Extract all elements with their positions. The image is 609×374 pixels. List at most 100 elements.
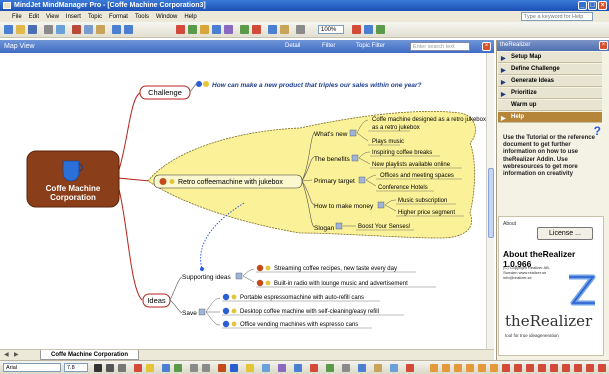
- realizer-tool-2-icon[interactable]: [442, 364, 450, 372]
- filter-dropdown[interactable]: Filter: [322, 40, 335, 53]
- priority-marker-icon[interactable]: [218, 364, 226, 372]
- fill-color-icon[interactable]: [146, 364, 154, 372]
- arrow-icon[interactable]: [294, 364, 302, 372]
- vertical-scrollbar[interactable]: [486, 53, 494, 349]
- menu-tools[interactable]: Tools: [135, 14, 149, 20]
- smiley-icon[interactable]: [278, 364, 286, 372]
- item-built-in-radio[interactable]: Built-in radio with lounge music and adv…: [274, 281, 408, 287]
- number-icon[interactable]: [342, 364, 350, 372]
- close-map-icon[interactable]: [352, 25, 361, 34]
- tab-scroll-left-icon[interactable]: ◀: [4, 351, 9, 358]
- font-size-select[interactable]: 7.8: [64, 363, 88, 372]
- item-inspiring-breaks[interactable]: Inspiring coffee breaks: [372, 150, 432, 156]
- nav-generate-ideas[interactable]: ▶ Generate Ideas: [498, 76, 602, 87]
- map-search-input[interactable]: Enter search text: [410, 42, 470, 51]
- group-make-money[interactable]: How to make money: [314, 203, 374, 210]
- topic-filter-dropdown[interactable]: Topic Filter: [356, 40, 385, 53]
- bold-icon[interactable]: [94, 364, 102, 372]
- copy-icon[interactable]: [84, 25, 93, 34]
- close-button[interactable]: ×: [598, 1, 607, 10]
- item-music-subscription[interactable]: Music subscription: [398, 198, 447, 204]
- menu-file[interactable]: File: [12, 14, 22, 20]
- item-offices[interactable]: Offices and meeting spaces: [380, 173, 454, 179]
- new-icon[interactable]: [4, 25, 13, 34]
- italic-icon[interactable]: [106, 364, 114, 372]
- realizer-tool-5-icon[interactable]: [478, 364, 486, 372]
- realizer-tool-3-icon[interactable]: [454, 364, 462, 372]
- realizer-tool-12-icon[interactable]: [562, 364, 570, 372]
- progress-marker-icon[interactable]: [230, 364, 238, 372]
- menu-topic[interactable]: Topic: [88, 14, 102, 20]
- menu-window[interactable]: Window: [156, 14, 177, 20]
- balance-icon[interactable]: [376, 25, 385, 34]
- close-map-view-button[interactable]: ×: [482, 42, 491, 51]
- detail-dropdown[interactable]: Detail: [285, 40, 300, 53]
- realizer-tool-13-icon[interactable]: [574, 364, 582, 372]
- group-whats-new[interactable]: What's new: [314, 131, 348, 138]
- insert-topic-icon[interactable]: [176, 25, 185, 34]
- underline-icon[interactable]: [118, 364, 126, 372]
- item-plays-music[interactable]: Plays music: [372, 139, 404, 145]
- scrollbar-thumb[interactable]: [488, 168, 494, 238]
- print-icon[interactable]: [44, 25, 53, 34]
- delete-marker-icon[interactable]: [406, 364, 414, 372]
- realizer-tool-10-icon[interactable]: [538, 364, 546, 372]
- paste-icon[interactable]: [96, 25, 105, 34]
- nav-prioritize[interactable]: ▶ Prioritize: [498, 88, 602, 99]
- map-tab[interactable]: Coffe Machine Corporation: [40, 350, 140, 360]
- align-left-icon[interactable]: [190, 364, 198, 372]
- maximize-button[interactable]: □: [588, 1, 597, 10]
- realizer-tool-1-icon[interactable]: [430, 364, 438, 372]
- preview-icon[interactable]: [56, 25, 65, 34]
- check-icon[interactable]: [326, 364, 334, 372]
- item-portable-espresso[interactable]: Portable espressomachine with auto-refil…: [240, 295, 364, 301]
- nav-define-challenge[interactable]: ▶ Define Challenge: [498, 64, 602, 75]
- image-icon[interactable]: [268, 25, 277, 34]
- item-desktop-machine[interactable]: Desktop coffee machine with self-cleanin…: [240, 309, 379, 315]
- date-icon[interactable]: [374, 364, 382, 372]
- resource-icon[interactable]: [358, 364, 366, 372]
- open-icon[interactable]: [16, 25, 25, 34]
- realizer-tool-9-icon[interactable]: [526, 364, 534, 372]
- save-label[interactable]: Save: [182, 310, 197, 317]
- subtopic-icon[interactable]: [188, 25, 197, 34]
- line-color-icon[interactable]: [174, 364, 182, 372]
- menu-help[interactable]: Help: [184, 14, 196, 20]
- nav-warm-up[interactable]: Warm up: [498, 100, 602, 111]
- item-streaming-recipes[interactable]: Streaming coffee recipes, new taste ever…: [274, 266, 397, 272]
- align-center-icon[interactable]: [202, 364, 210, 372]
- relationship-icon[interactable]: [212, 25, 221, 34]
- item-new-playlists[interactable]: New playlists available online: [372, 162, 451, 168]
- hyperlink-icon[interactable]: [280, 25, 289, 34]
- group-slogan[interactable]: Slogan: [314, 225, 335, 232]
- minimize-button[interactable]: _: [578, 1, 587, 10]
- supporting-ideas-label[interactable]: Supporting ideas: [182, 274, 232, 281]
- expand-icon[interactable]: [240, 25, 249, 34]
- item-retro-jukebox-1[interactable]: Coffe machine designed as a retro jukebo…: [372, 117, 486, 123]
- realizer-tool-8-icon[interactable]: [514, 364, 522, 372]
- realizer-tool-7-icon[interactable]: [502, 364, 510, 372]
- realizer-tool-15-icon[interactable]: [598, 364, 606, 372]
- cut-icon[interactable]: [72, 25, 81, 34]
- menu-format[interactable]: Format: [109, 14, 128, 20]
- layout-icon[interactable]: [364, 25, 373, 34]
- collapse-icon[interactable]: [252, 25, 261, 34]
- boundary-icon[interactable]: [224, 25, 233, 34]
- help-search-input[interactable]: Type a keyword for Help: [521, 12, 593, 21]
- sign-icon[interactable]: [310, 364, 318, 372]
- callout-icon[interactable]: [200, 25, 209, 34]
- save-icon[interactable]: [28, 25, 37, 34]
- license-button[interactable]: License ...: [537, 227, 593, 240]
- realizer-tool-11-icon[interactable]: [550, 364, 558, 372]
- undo-icon[interactable]: [112, 25, 121, 34]
- zoom-select[interactable]: 100%: [318, 25, 344, 34]
- tab-scroll-right-icon[interactable]: ▶: [14, 351, 19, 358]
- item-higher-price[interactable]: Higher price segment: [398, 210, 455, 216]
- shape-icon[interactable]: [162, 364, 170, 372]
- category-icon[interactable]: [390, 364, 398, 372]
- realizer-tool-6-icon[interactable]: [490, 364, 498, 372]
- flag-icon[interactable]: [262, 364, 270, 372]
- font-color-icon[interactable]: [134, 364, 142, 372]
- redo-icon[interactable]: [124, 25, 133, 34]
- menu-view[interactable]: View: [46, 14, 59, 20]
